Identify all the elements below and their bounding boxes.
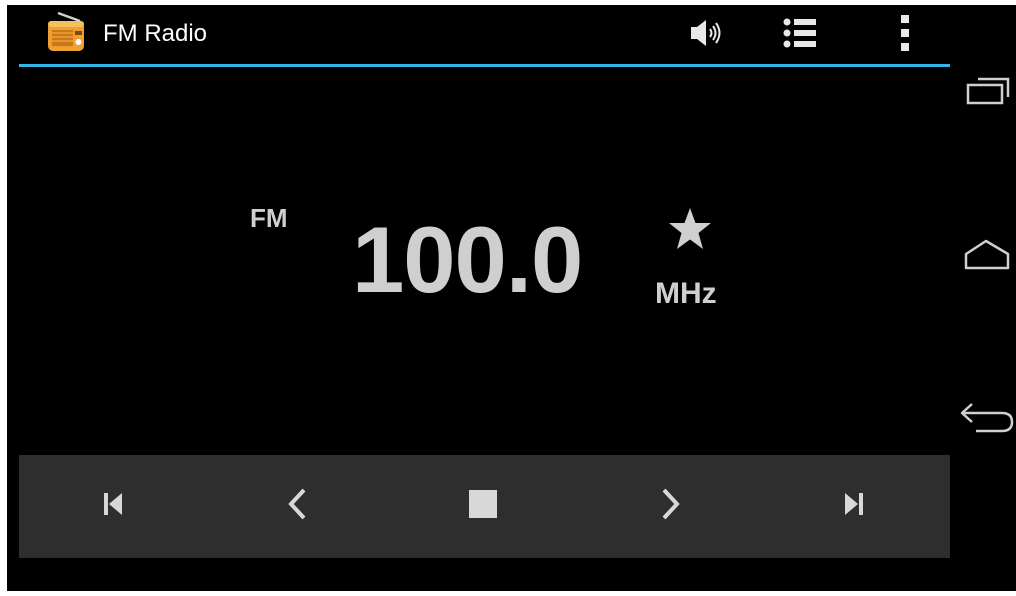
- chevron-right-icon: [660, 487, 682, 526]
- speaker-icon: [685, 17, 725, 54]
- unit-label: MHz: [655, 277, 717, 310]
- app-title: FM Radio: [103, 20, 208, 47]
- seek-down-button[interactable]: [237, 455, 357, 558]
- back-icon: [958, 399, 1014, 442]
- back-button[interactable]: [955, 380, 1016, 460]
- stop-icon: [468, 489, 498, 524]
- fm-radio-screen: FM Radio FM 100.0 MHz: [7, 5, 1016, 591]
- home-button[interactable]: [955, 217, 1016, 297]
- action-bar-divider: [19, 64, 950, 67]
- chevron-left-icon: [286, 487, 308, 526]
- recents-icon: [960, 75, 1012, 112]
- star-icon: [667, 208, 713, 255]
- radio-icon: [46, 11, 86, 55]
- control-bar: [19, 455, 950, 558]
- action-bar: FM Radio: [19, 5, 950, 67]
- volume-button[interactable]: [679, 13, 731, 57]
- previous-station-button[interactable]: [53, 455, 173, 558]
- recents-button[interactable]: [955, 53, 1016, 133]
- list-icon: [779, 17, 819, 54]
- seek-up-button[interactable]: [611, 455, 731, 558]
- stop-button[interactable]: [423, 455, 543, 558]
- band-label: FM: [250, 203, 288, 233]
- frequency-display: 100.0: [352, 207, 583, 312]
- next-station-button[interactable]: [794, 455, 914, 558]
- skip-next-icon: [842, 491, 866, 522]
- more-vert-icon: [899, 14, 911, 56]
- overflow-menu-button[interactable]: [879, 13, 931, 57]
- skip-previous-icon: [101, 491, 125, 522]
- station-list-button[interactable]: [773, 13, 825, 57]
- favorite-button[interactable]: [667, 207, 713, 251]
- home-icon: [960, 238, 1012, 277]
